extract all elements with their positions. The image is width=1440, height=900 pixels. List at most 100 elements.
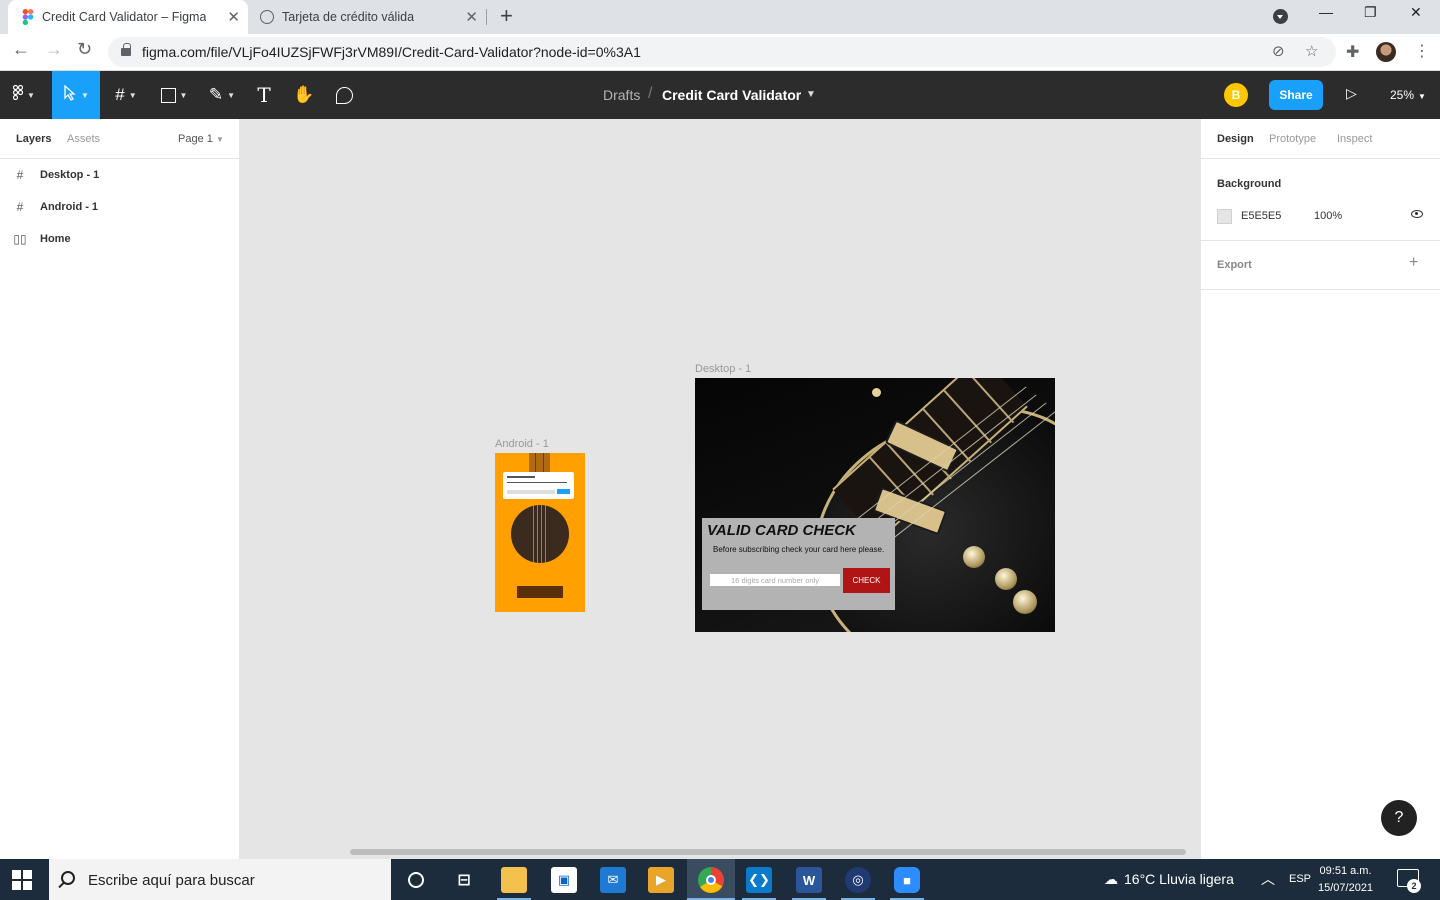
background-opacity-input[interactable]: 100% <box>1314 210 1342 222</box>
knob-graphic <box>1013 590 1037 614</box>
tab-search-icon[interactable] <box>1273 9 1288 24</box>
close-tab-icon[interactable]: ✕ <box>227 8 240 26</box>
tab-design[interactable]: Design <box>1217 133 1254 145</box>
layer-name: Home <box>40 233 71 245</box>
lock-icon[interactable] <box>121 43 131 56</box>
windows-logo-pane <box>12 881 21 890</box>
desktop-frame-label[interactable]: Desktop - 1 <box>695 363 751 375</box>
share-button[interactable]: Share <box>1269 80 1323 110</box>
file-title[interactable]: Credit Card Validator <box>662 87 801 103</box>
android-frame-label[interactable]: Android - 1 <box>495 438 549 450</box>
frame-tool[interactable]: # ▼ <box>104 71 148 119</box>
background-section <box>1201 159 1440 241</box>
task-view-icon[interactable]: ⊟ <box>451 867 477 893</box>
component-set-icon: ▯▯ <box>13 232 27 246</box>
cortana-circle-icon[interactable] <box>403 867 429 893</box>
close-window-button[interactable]: ✕ <box>1410 4 1422 21</box>
tab-title: Tarjeta de crédito válida <box>282 10 415 24</box>
windows-start-icon[interactable] <box>12 870 32 890</box>
design-panel: Design Prototype Inspect Background E5E5… <box>1200 119 1440 859</box>
user-avatar[interactable]: B <box>1224 83 1248 107</box>
chevron-down-icon: ▼ <box>227 90 236 100</box>
chevron-down-icon: ▼ <box>128 90 137 100</box>
android-frame[interactable] <box>495 453 585 612</box>
tone-knob-graphic <box>995 568 1017 590</box>
profile-avatar[interactable] <box>1376 42 1396 62</box>
tab-assets[interactable]: Assets <box>67 133 100 145</box>
windows-logo-pane <box>23 870 32 879</box>
move-tool[interactable]: ▼ <box>52 71 100 119</box>
visibility-eye-icon[interactable] <box>1411 210 1423 218</box>
weather-widget[interactable]: ☁ 16°C Lluvia ligera <box>1104 871 1234 888</box>
tab-inspect[interactable]: Inspect <box>1337 133 1372 145</box>
tab-tarjeta[interactable]: Tarjeta de crédito válida ✕ <box>250 0 486 34</box>
minimize-button[interactable]: — <box>1319 4 1333 20</box>
rectangle-icon <box>160 87 176 103</box>
new-tab-button[interactable]: + <box>500 4 513 28</box>
design-canvas[interactable]: Android - 1 Desktop - 1 VALID CARD CHECK… <box>240 119 1200 859</box>
file-explorer-icon[interactable] <box>501 867 527 893</box>
clock-date: 15/07/2021 <box>1318 882 1374 894</box>
hand-icon: ✋ <box>293 85 315 104</box>
vscode-icon[interactable]: ❮❯ <box>746 867 772 893</box>
extensions-icon[interactable]: ✚ <box>1346 42 1359 62</box>
weather-text: 16°C Lluvia ligera <box>1124 871 1234 887</box>
add-export-plus-icon[interactable]: + <box>1409 254 1418 272</box>
back-icon[interactable]: ← <box>12 39 30 60</box>
chevron-up-icon[interactable]: ︿ <box>1261 869 1275 889</box>
help-button[interactable]: ? <box>1381 800 1417 836</box>
layer-android-1[interactable]: # Android - 1 <box>0 191 240 223</box>
language-indicator[interactable]: ESP <box>1289 873 1311 885</box>
url-text[interactable]: figma.com/file/VLjFo4IUZSjFWFj3rVM89I/Cr… <box>142 44 641 60</box>
shape-tool[interactable]: ▼ <box>152 71 196 119</box>
taskbar-search-box[interactable]: Escribe aquí para buscar <box>49 859 391 900</box>
tab-figma[interactable]: Credit Card Validator – Figma ✕ <box>8 0 248 34</box>
zoom-dropdown[interactable]: 25% ▼ <box>1390 88 1426 102</box>
background-hex-input[interactable]: E5E5E5 <box>1241 210 1281 222</box>
tab-prototype[interactable]: Prototype <box>1269 133 1316 145</box>
desktop-frame[interactable]: VALID CARD CHECK Before subscribing chec… <box>695 378 1055 632</box>
clock-time: 09:51 a.m. <box>1319 865 1372 877</box>
tab-layers[interactable]: Layers <box>16 133 51 145</box>
comment-bubble-icon <box>335 86 353 104</box>
chevron-down-icon: ▼ <box>27 90 35 100</box>
background-color-swatch[interactable] <box>1217 209 1232 224</box>
close-tab-icon[interactable]: ✕ <box>465 8 478 26</box>
pen-tool[interactable]: ✎ ▼ <box>200 71 244 119</box>
page-selector[interactable]: Page 1 ▼ <box>178 133 224 145</box>
check-button: CHECK <box>843 568 890 593</box>
app-circle-icon[interactable]: ◎ <box>845 867 871 893</box>
mini-validation-card <box>503 472 574 499</box>
word-icon[interactable]: W <box>796 867 822 893</box>
text-tool[interactable]: T <box>248 71 280 119</box>
mail-icon[interactable]: ✉ <box>600 867 626 893</box>
horizontal-scrollbar[interactable] <box>350 849 1186 855</box>
export-heading: Export <box>1217 259 1252 271</box>
comment-tool[interactable] <box>328 71 360 119</box>
chevron-down-icon: ▼ <box>215 135 224 144</box>
breadcrumb-drafts[interactable]: Drafts <box>603 87 640 103</box>
cursor-arrow-icon <box>63 84 77 106</box>
hand-tool[interactable]: ✋ <box>288 71 320 119</box>
chevron-down-icon[interactable]: ▼ <box>806 89 816 100</box>
eye-off-icon[interactable]: ⊘ <box>1272 42 1285 60</box>
omnibox[interactable]: figma.com/file/VLjFo4IUZSjFWFj3rVM89I/Cr… <box>108 37 1336 67</box>
bookmark-star-icon[interactable]: ☆ <box>1305 42 1318 60</box>
mini-subtitle-line <box>507 482 567 483</box>
system-clock[interactable]: 09:51 a.m. 15/07/2021 <box>1318 863 1373 897</box>
restore-button[interactable]: ❐ <box>1364 4 1377 21</box>
forward-icon[interactable]: → <box>45 39 63 60</box>
layer-desktop-1[interactable]: # Desktop - 1 <box>0 159 240 191</box>
address-bar: ← → ↻ figma.com/file/VLjFo4IUZSjFWFj3rVM… <box>0 34 1440 71</box>
guitar-bridge-graphic <box>517 586 563 598</box>
video-editor-icon[interactable]: ▶ <box>648 867 674 893</box>
chrome-icon[interactable] <box>698 867 724 893</box>
microsoft-store-icon[interactable]: ▣ <box>551 867 577 893</box>
present-play-icon[interactable]: ▷ <box>1346 85 1357 102</box>
main-menu-button[interactable]: ▼ <box>0 71 48 119</box>
layer-home[interactable]: ▯▯ Home <box>0 223 240 255</box>
chevron-down-icon: ▼ <box>1418 92 1426 101</box>
reload-icon[interactable]: ↻ <box>77 39 92 60</box>
zoom-app-icon[interactable]: ■ <box>894 867 920 893</box>
chrome-menu-icon[interactable]: ⋮ <box>1414 41 1430 61</box>
